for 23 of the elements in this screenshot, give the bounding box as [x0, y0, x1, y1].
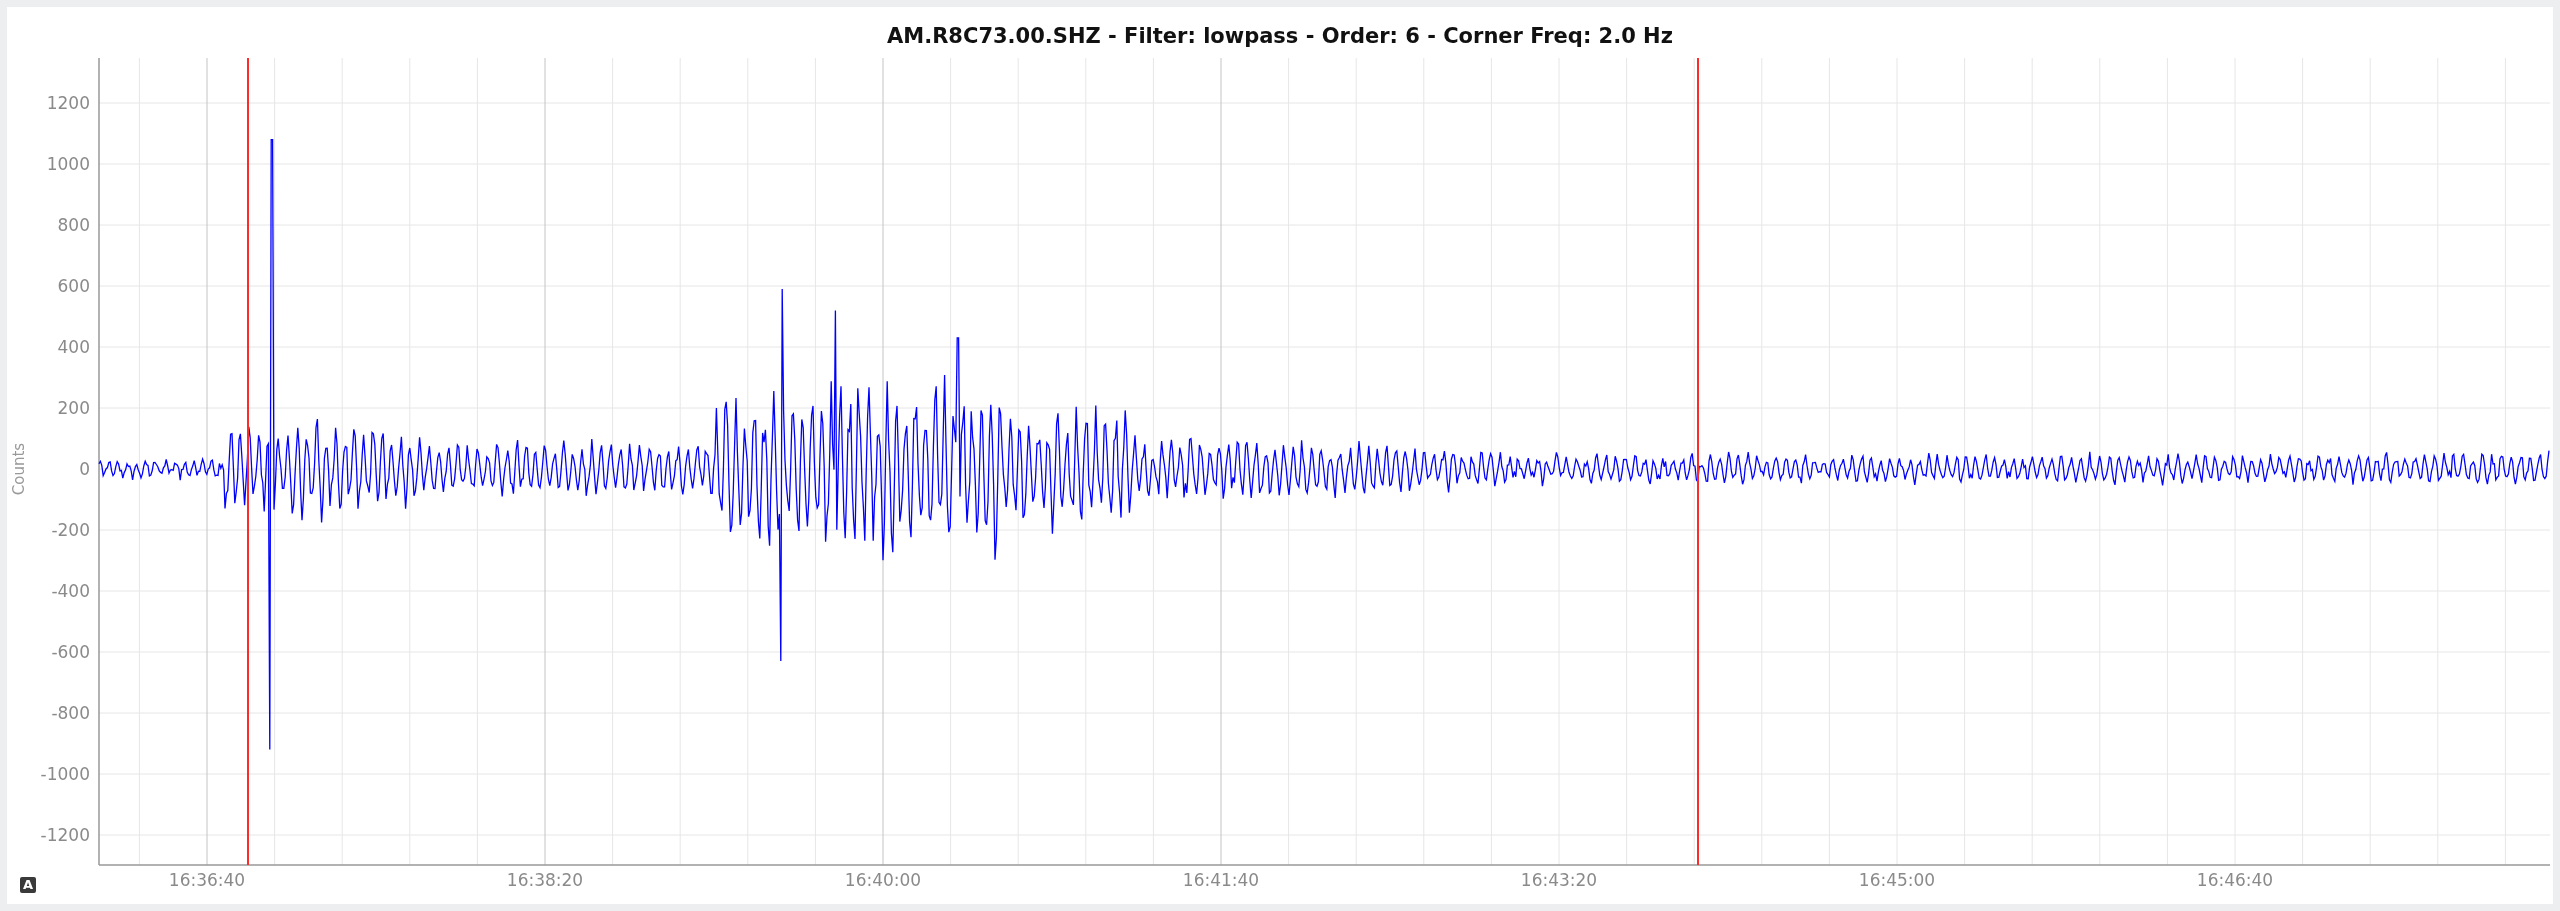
axis-tick-label: 16:43:20	[1520, 870, 1598, 890]
axis-tick-label: -200	[51, 520, 90, 540]
axis-tick-label: 1200	[46, 93, 90, 113]
axis-tick-label: 400	[57, 337, 90, 357]
axis-tick-label: 16:40:00	[844, 870, 922, 890]
corner-badge: A	[20, 877, 37, 893]
axis-tick-label: 800	[57, 215, 90, 235]
axis-tick-label: 16:45:00	[1858, 870, 1936, 890]
axis-tick-label: -1000	[40, 764, 90, 784]
axis-tick-label: 16:41:40	[1182, 870, 1260, 890]
axis-title: Counts	[10, 442, 28, 496]
axis-tick-label: 1000	[46, 154, 90, 174]
axis-tick-label: 16:46:40	[2196, 870, 2274, 890]
axis-tick-label: -600	[51, 642, 90, 662]
axis-tick-label: -400	[51, 581, 90, 601]
axis-tick-label: 16:36:40	[168, 870, 246, 890]
axis-tick-label: 600	[57, 276, 90, 296]
axis-tick-label: -800	[51, 703, 90, 723]
axis-tick-label: -1200	[40, 825, 90, 845]
axis-tick-label: 16:38:20	[506, 870, 584, 890]
axis-tick-label: 200	[57, 398, 90, 418]
axis-tick-label: 0	[79, 459, 90, 479]
chart-title: AM.R8C73.00.SHZ - Filter: lowpass - Order: 6 - Corner Freq: 2.0 Hz	[887, 24, 1673, 48]
